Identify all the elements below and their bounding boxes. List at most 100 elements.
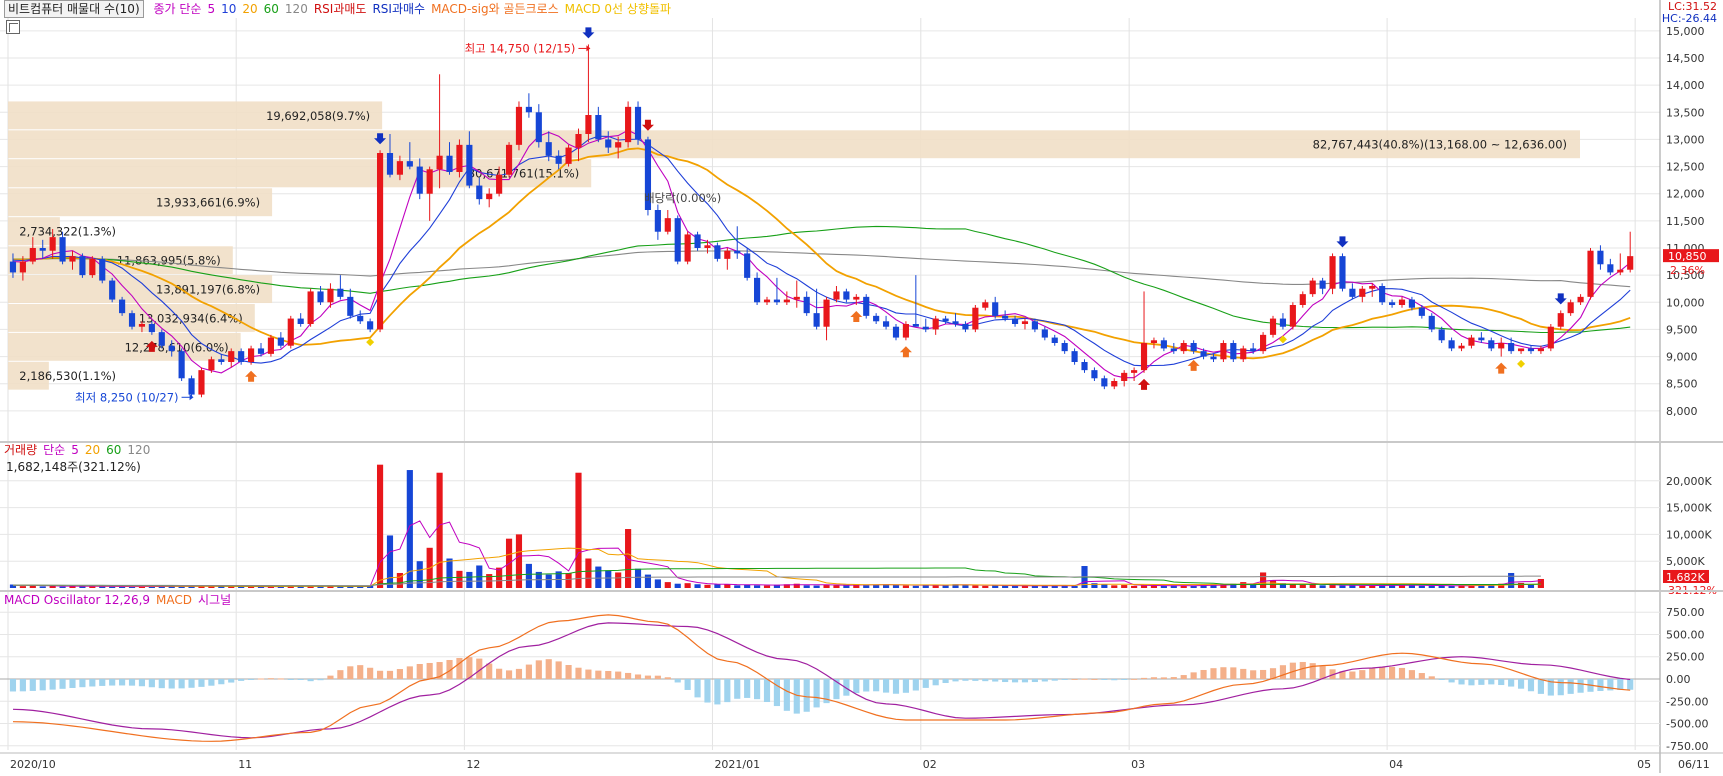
candle-body [982,302,989,308]
volume-bar [416,561,423,588]
volume-bar [545,574,552,588]
legend-item-2: 5 [71,443,79,457]
volume-bar [763,585,771,588]
macd-oscillator-bar [724,679,731,703]
window-title[interactable]: 비트컴퓨터 매물대 수(10) [4,0,144,18]
candle-body [1517,348,1525,352]
macd-tick-label: -500.00 [1666,718,1708,731]
candle-body [1527,348,1535,352]
macd-oscillator-bar [684,679,691,690]
candle-body [1230,343,1237,360]
current-price-label: 10,850 [1668,250,1707,263]
candle-body [972,307,979,330]
candle-body [1458,345,1465,349]
volume-bar [724,584,731,588]
macd-oscillator-bar [525,664,532,679]
up-arrow-icon [1187,359,1200,371]
candle-body [664,218,671,232]
volume-bar [942,585,949,588]
window-box-icon[interactable] [6,20,20,34]
macd-oscillator-bar [267,678,275,680]
volume-bar [704,584,711,588]
macd-oscillator-bar [1527,679,1535,692]
signal-markers [145,27,1567,390]
candle-body [1577,296,1584,303]
macd-oscillator-bar [49,679,56,690]
macd-oscillator-bar [198,679,205,687]
candle-body [277,337,284,346]
macd-oscillator-bar [19,679,26,692]
stock-chart[interactable]: 15,000 14,500 14,000 13,500 13,000 12,500 12,0… [0,0,1723,773]
macd-oscillator-bar [1279,665,1287,679]
candle-body [863,296,870,316]
candle-body [1299,294,1306,305]
x-tick-label: 2020/10 [10,758,56,771]
high-annotation: 최고 14,750 (12/15) [465,41,576,55]
candle-body [386,153,394,175]
candle-body [535,112,542,143]
volume-bar [1428,585,1435,588]
macd-oscillator-bar [1200,669,1207,679]
macd-oscillator-bar [119,679,126,686]
candle-body [684,234,691,262]
x-tick-label: 03 [1131,758,1145,771]
legend-item-8: MACD-sig와 골든크로스 [431,2,559,16]
volume-bar [1061,585,1068,588]
candle-body [248,348,255,362]
candle-body [178,351,185,379]
volume-bar [406,470,413,588]
volume-bar [1299,584,1306,588]
volume-bars [9,464,1544,588]
candle-body [1180,343,1187,352]
volume-profile-label: 2,734,322(1.3%) [19,225,116,239]
candle-body [1210,356,1217,360]
macd-oscillator-bar [208,679,215,686]
macd-oscillator-bar [1180,675,1187,679]
macd-oscillator-bar [595,670,602,679]
macd-oscillator-bar [873,679,880,692]
macd-oscillator-bar [257,678,265,680]
macd-oscillator-bar [1369,668,1376,679]
volume-bar [1329,585,1336,588]
macd-oscillator-bar [287,679,294,680]
macd-oscillator-bar [406,666,413,679]
macd-oscillator-bar [1170,677,1177,679]
macd-oscillator-bar [892,679,900,694]
macd-oscillator-bar [744,679,751,698]
candle-body [1468,337,1475,346]
candle-body [466,144,473,186]
candle-body [307,291,314,324]
volume-bar [962,585,969,588]
volume-bar [585,558,592,588]
macd-oscillator-bar [1210,668,1217,679]
candle-body [109,280,116,300]
volume-bar [1339,585,1346,588]
macd-oscillator-bar [9,679,17,692]
price-tick-label: 10,000 [1666,296,1705,309]
volume-bar [754,585,761,588]
volume-macd-separator[interactable] [0,590,1723,592]
price-volume-separator[interactable] [0,441,1723,443]
macd-oscillator-bar [1150,677,1158,679]
macd-tick-label: -250.00 [1666,695,1708,708]
candle-body [416,166,423,194]
volume-profile-label: 13,891,197(6.8%) [156,283,260,297]
volume-tick-label: 15,000K [1666,502,1712,515]
candle-body [922,326,929,330]
candle-body [1160,340,1167,349]
volume-bar [446,558,453,588]
macd-oscillator-bar [1508,679,1515,687]
macd-tick-label: 500.00 [1666,628,1705,641]
macd-oscillator-bar [357,665,364,679]
legend-item-4: 60 [263,2,279,16]
macd-oscillator-bar [59,679,66,689]
candle-body [585,115,592,134]
volume-bar [1508,572,1515,588]
macd-oscillator-bar [585,669,592,679]
candle-body [367,321,374,330]
candle-body [119,299,126,314]
candle-body [49,237,56,251]
macd-oscillator-bar [228,679,235,683]
legend-item-0: 거래량 [4,443,38,457]
macd-oscillator-bar [79,679,86,688]
